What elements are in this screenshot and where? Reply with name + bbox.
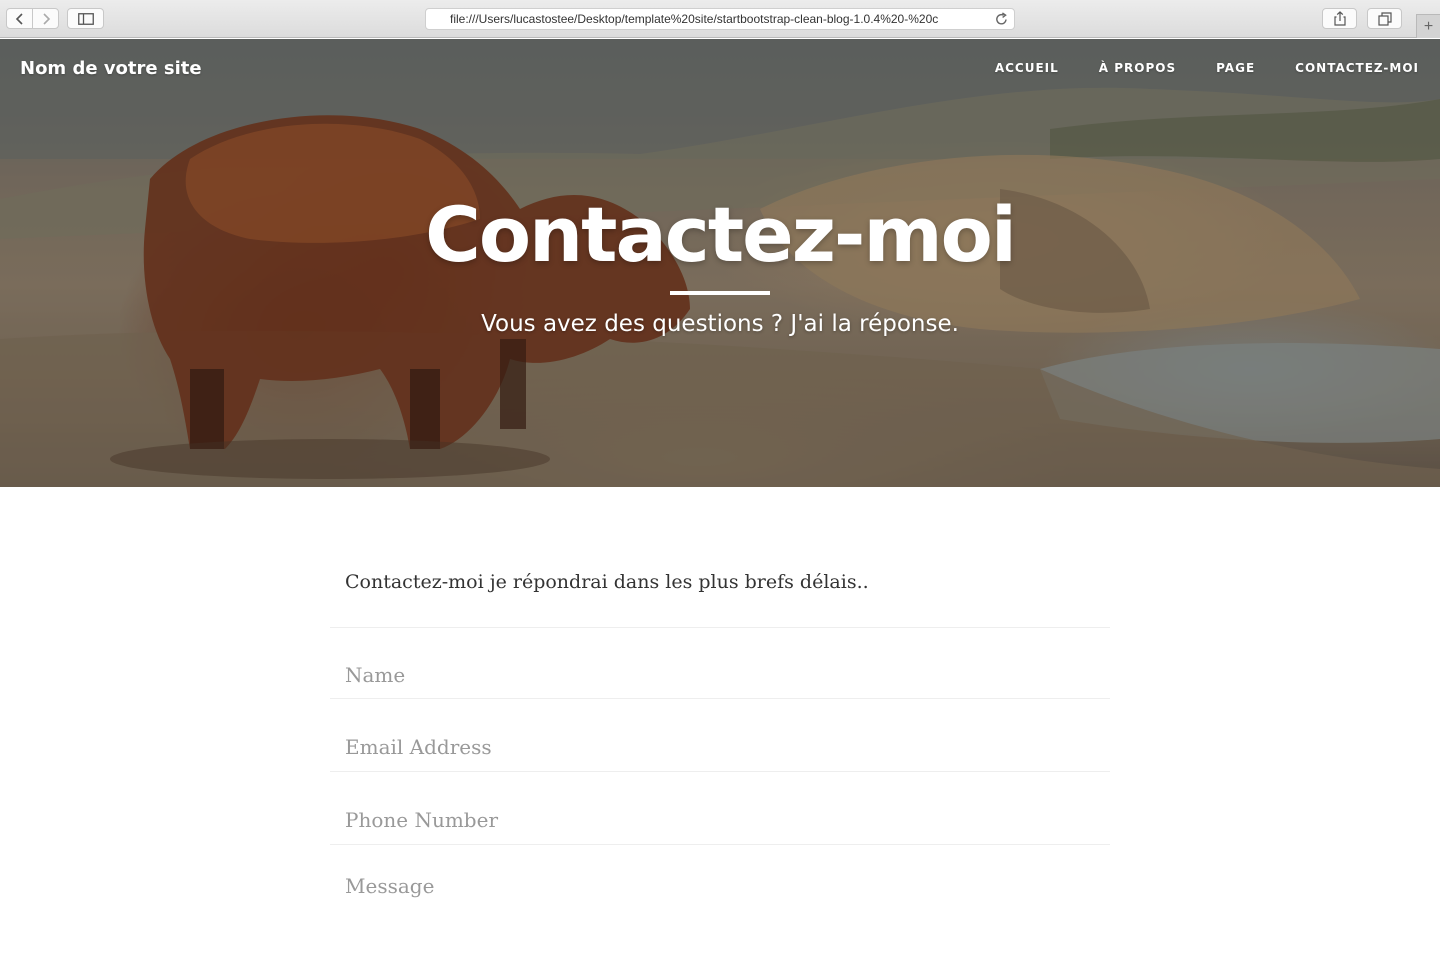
page-subtitle: Vous avez des questions ? J'ai la répons… <box>481 311 959 337</box>
title-divider <box>670 291 770 295</box>
nav-link-a-propos[interactable]: À PROPOS <box>1099 61 1176 75</box>
browser-toolbar: file:///Users/lucastostee/Desktop/templa… <box>0 0 1440 38</box>
address-bar[interactable]: file:///Users/lucastostee/Desktop/templa… <box>425 8 1015 30</box>
nav-link-contactez-moi[interactable]: CONTACTEZ-MOI <box>1295 61 1419 75</box>
tabs-icon <box>1377 11 1392 26</box>
reload-icon[interactable] <box>995 12 1008 29</box>
name-field-group <box>330 627 1110 700</box>
contact-intro-text: Contactez-moi je répondrai dans les plus… <box>345 571 869 593</box>
share-button[interactable] <box>1322 8 1357 29</box>
share-icon <box>1333 11 1346 26</box>
message-field-group <box>330 846 1110 966</box>
site-navbar: Nom de votre site ACCUEIL À PROPOS PAGE … <box>0 39 1440 99</box>
email-input[interactable] <box>330 700 1110 772</box>
message-textarea[interactable] <box>330 846 1110 966</box>
email-field-group <box>330 700 1110 772</box>
new-tab-button[interactable]: + <box>1416 14 1440 38</box>
url-text: file:///Users/lucastostee/Desktop/templa… <box>450 12 939 26</box>
forward-button[interactable] <box>33 9 58 28</box>
chevron-left-icon <box>15 12 23 25</box>
sidebar-toggle-button[interactable] <box>67 8 104 29</box>
page-title: Contactez-moi <box>425 190 1017 279</box>
back-button[interactable] <box>7 9 33 28</box>
name-input[interactable] <box>330 628 1110 700</box>
tabs-overview-button[interactable] <box>1367 8 1402 29</box>
chevron-right-icon <box>42 12 50 25</box>
history-navigation <box>6 8 59 29</box>
phone-input[interactable] <box>330 773 1110 845</box>
nav-link-page[interactable]: PAGE <box>1216 61 1255 75</box>
main-menu: ACCUEIL À PROPOS PAGE CONTACTEZ-MOI <box>955 61 1419 75</box>
site-brand-link[interactable]: Nom de votre site <box>20 58 202 79</box>
sidebar-icon <box>77 12 94 25</box>
plus-icon: + <box>1423 17 1434 35</box>
nav-link-accueil[interactable]: ACCUEIL <box>995 61 1059 75</box>
phone-field-group <box>330 773 1110 845</box>
